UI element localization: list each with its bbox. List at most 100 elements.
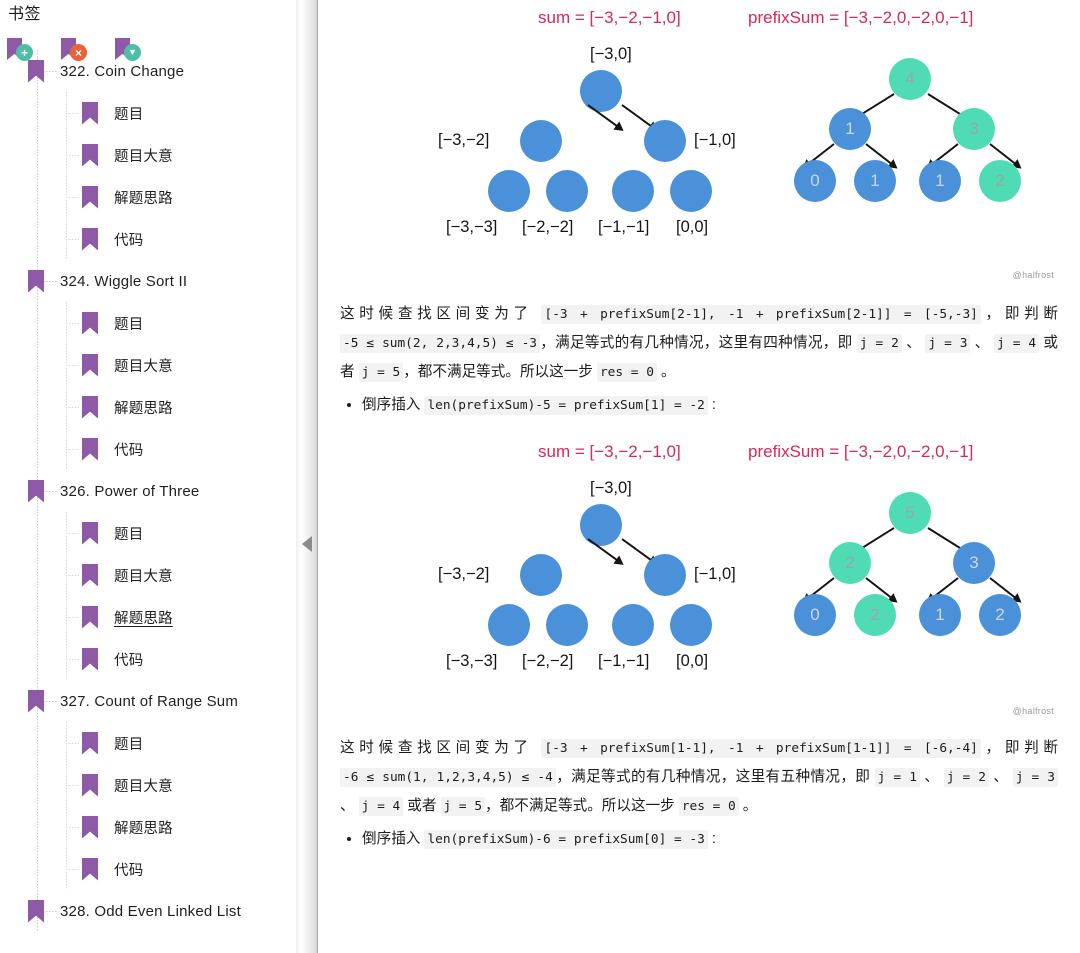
figure-2-right-title: prefixSum = [−3,−2,0,−2,0,−1] [748, 442, 974, 461]
figure-2: sum = [−3,−2,−1,0] prefixSum = [−3,−2,0,… [318, 434, 1080, 734]
bookmark-icon [82, 227, 98, 251]
bookmark-icon [82, 353, 98, 377]
tree-item-label: 题目大意 [114, 148, 173, 165]
p2-text-3: ，满足等式的有几种情况，这里有五种情况，即 [555, 769, 875, 785]
tree-item-12[interactable]: 题目大意 [0, 554, 296, 596]
figure-2-watermark: @halfrost [1012, 706, 1054, 716]
figure-2-left-leaf-4 [670, 604, 712, 646]
p2-code-2: -6 ≤ sum(1, 1,2,3,4,5) ≤ -4 [340, 768, 556, 787]
tree-group-0[interactable]: 322. Coin Change [0, 50, 296, 92]
tree-item-label: 题目大意 [114, 358, 173, 375]
tree-item-19[interactable]: 代码 [0, 848, 296, 890]
tree-item-3[interactable]: 解题思路 [0, 176, 296, 218]
tree-item-6[interactable]: 题目 [0, 302, 296, 344]
bookmark-icon [82, 521, 98, 545]
p2-code-3: j = 1 [874, 768, 920, 787]
figure-1-left-leaf-2 [546, 170, 588, 212]
tree-guide-connector [66, 113, 79, 114]
figure-1-left-leaf-4 [670, 170, 712, 212]
p2-code-6: j = 4 [358, 797, 404, 816]
tree-guide-connector [66, 365, 79, 366]
p1-code-6: j = 5 [358, 363, 404, 382]
tree-item-label: 解题思路 [114, 400, 173, 417]
figure-1-left-node-l [520, 120, 562, 162]
figure-1: sum = [−3,−2,−1,0] prefixSum = [−3,−2,0,… [318, 0, 1080, 300]
tree-group-15[interactable]: 327. Count of Range Sum [0, 680, 296, 722]
bookmark-icon [82, 563, 98, 587]
figure-2-right-leaf-3: 1 [919, 594, 961, 636]
tree-item-label: 代码 [114, 232, 144, 249]
bookmark-icon [82, 857, 98, 881]
bookmark-icon [28, 269, 44, 293]
b2-tail: : [707, 831, 716, 847]
figure-1-left-leaf-label-1: [−3,−3] [446, 218, 498, 236]
p2-text-2: ，即判断 [980, 740, 1058, 756]
tree-group-20[interactable]: 328. Odd Even Linked List [0, 890, 296, 932]
figure-1-right-leaf-2: 1 [854, 160, 896, 202]
figure-2-left-leaf-2 [546, 604, 588, 646]
tree-guide-connector [66, 869, 79, 870]
tree-item-9[interactable]: 代码 [0, 428, 296, 470]
figure-2-right-leaf-4: 2 [979, 594, 1021, 636]
tree-item-1[interactable]: 题目 [0, 92, 296, 134]
tree-item-label: 题目 [114, 736, 144, 753]
collapse-left-arrow-icon[interactable] [302, 536, 312, 552]
p2-text-6: 、 [340, 798, 359, 814]
tree-guide-connector [43, 491, 57, 492]
tree-item-label: 328. Odd Even Linked List [60, 902, 241, 920]
p1-text-5: 、 [970, 335, 995, 351]
p1-text-7: ，都不满足等式。所以这一步 [403, 364, 597, 380]
tree-item-8[interactable]: 解题思路 [0, 386, 296, 428]
figure-1-left-root-label: [−3,0] [590, 45, 632, 63]
bookmark-icon [82, 605, 98, 629]
figure-1-left-leaf-1 [488, 170, 530, 212]
bookmark-icon [82, 647, 98, 671]
figure-1-right-title: prefixSum = [−3,−2,0,−2,0,−1] [748, 8, 974, 27]
bullet-list-2: 倒序插入 len(prefixSum)-6 = prefixSum[0] = -… [318, 825, 1080, 854]
p1-text-4: 、 [901, 335, 926, 351]
tree-guide-connector [66, 239, 79, 240]
bookmark-icon [28, 479, 44, 503]
tree-item-label: 解题思路 [114, 190, 173, 207]
tree-item-16[interactable]: 题目 [0, 722, 296, 764]
bookmark-icon [82, 815, 98, 839]
tree-guide-connector [66, 155, 79, 156]
tree-group-10[interactable]: 326. Power of Three [0, 470, 296, 512]
tree-item-18[interactable]: 解题思路 [0, 806, 296, 848]
tree-guide-connector [66, 743, 79, 744]
bookmark-icon [82, 773, 98, 797]
tree-item-11[interactable]: 题目 [0, 512, 296, 554]
figure-1-right-node-root: 4 [889, 58, 931, 100]
p2-code-8: res = 0 [678, 797, 739, 816]
tree-guide-connector [43, 911, 57, 912]
tree-guide-connector [43, 71, 57, 72]
tree-group-5[interactable]: 324. Wiggle Sort II [0, 260, 296, 302]
figure-1-left-node-r [644, 120, 686, 162]
figure-1-left-leaf-label-2: [−2,−2] [522, 218, 574, 236]
tree-item-7[interactable]: 题目大意 [0, 344, 296, 386]
p1-text-3: ，满足等式的有几种情况，这里有四种情况，即 [539, 335, 857, 351]
tree-item-label: 解题思路 [114, 820, 173, 837]
tree-item-label: 题目 [114, 106, 144, 123]
tree-guide-connector [43, 281, 57, 282]
figure-1-watermark: @halfrost [1012, 270, 1054, 280]
tree-item-2[interactable]: 题目大意 [0, 134, 296, 176]
panel-splitter[interactable] [296, 0, 318, 953]
tree-item-14[interactable]: 代码 [0, 638, 296, 680]
p2-code-5: j = 3 [1012, 768, 1058, 787]
tree-item-17[interactable]: 题目大意 [0, 764, 296, 806]
figure-1-left-mid-label-1: [−3,−2] [438, 131, 490, 149]
bullet-item-1: 倒序插入 len(prefixSum)-5 = prefixSum[1] = -… [362, 391, 1080, 420]
bookmark-icon [82, 731, 98, 755]
b1-code: len(prefixSum)-5 = prefixSum[1] = -2 [424, 396, 708, 415]
tree-item-13[interactable]: 解题思路 [0, 596, 296, 638]
figure-1-right-leaf-3: 1 [919, 160, 961, 202]
figure-1-left-mid-label-2: [−1,0] [694, 131, 736, 149]
app-window: 书签 + × ▼ 322. Coin Change 题目 题目大意 解题思路 代码 324… [0, 0, 1080, 953]
tree-item-4[interactable]: 代码 [0, 218, 296, 260]
p1-text-2: ，即判断 [980, 306, 1058, 322]
bookmark-icon [82, 395, 98, 419]
p1-code-3: j = 2 [856, 334, 902, 353]
tree-guide-connector [66, 827, 79, 828]
figure-2-right-leaf-2: 2 [854, 594, 896, 636]
